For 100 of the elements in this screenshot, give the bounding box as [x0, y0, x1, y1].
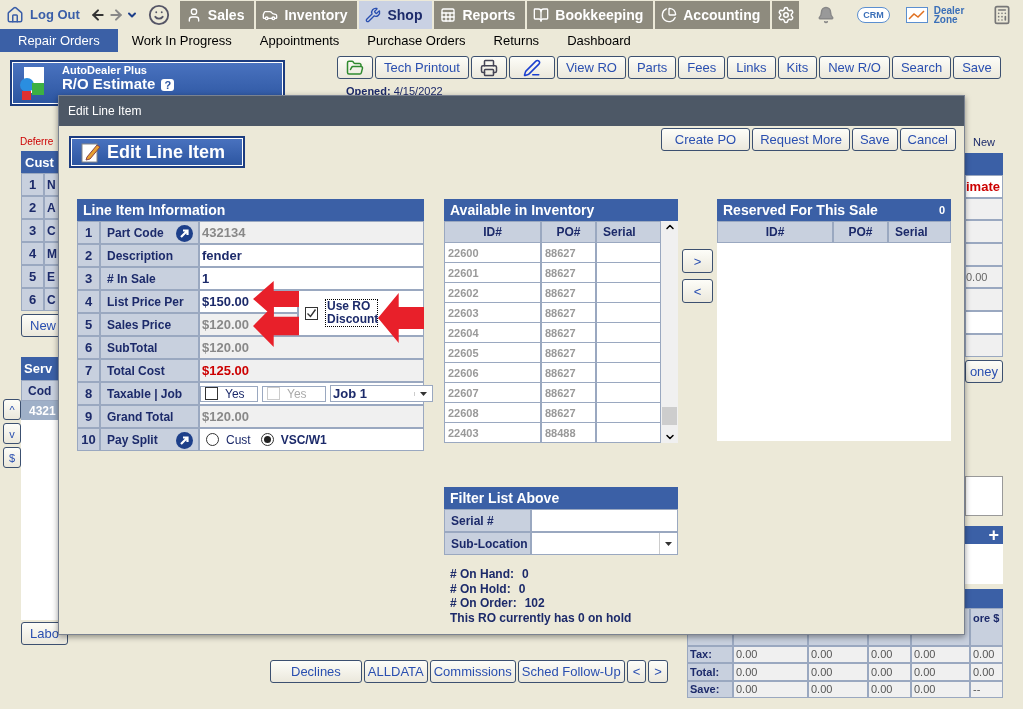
table-cell — [596, 423, 661, 443]
row-number: 3 — [77, 267, 100, 290]
section-tab[interactable]: Appointments — [245, 29, 354, 52]
section-tab[interactable]: Dashboard — [553, 29, 645, 52]
move-button[interactable]: > — [682, 249, 713, 273]
back-icon[interactable] — [89, 6, 106, 23]
toolbar-button[interactable]: Kits — [777, 56, 818, 79]
toolbar-button[interactable]: Save — [953, 56, 1001, 79]
pencil-note-icon — [81, 141, 101, 163]
readonly-field: $120.00 — [199, 405, 424, 428]
dialog-button[interactable]: Cancel — [899, 128, 956, 151]
crm-button[interactable]: CRM — [857, 6, 890, 23]
hold-note: This RO currently has 0 on hold — [450, 610, 633, 625]
banner-title: R/O Estimate ? — [62, 76, 175, 93]
value-cell — [965, 220, 1003, 244]
sign-button[interactable] — [508, 56, 555, 79]
stat-label: # On Hand: — [450, 567, 514, 582]
text-field[interactable]: fender — [199, 244, 424, 267]
dialog-title: Edit Line Item — [59, 96, 964, 126]
row-number: 4 — [21, 242, 44, 265]
table-cell: 88627 — [541, 383, 596, 403]
logout-link[interactable]: Log Out — [6, 5, 80, 24]
field-label: Description — [100, 244, 199, 267]
side-button[interactable]: ^ — [3, 399, 21, 420]
section-tab[interactable]: Purchase Orders — [353, 29, 480, 52]
toolbar-button[interactable]: Parts — [627, 56, 677, 79]
table-cell: 88627 — [541, 303, 596, 323]
new-label: New — [973, 136, 996, 148]
readonly-field: $120.00 — [199, 336, 424, 359]
field-label: Part Code — [100, 221, 199, 244]
row-number: 4 — [77, 290, 100, 313]
row-number: 5 — [77, 313, 100, 336]
table-cell: 22606 — [444, 363, 541, 383]
dialog-heading: Edit Line Item — [69, 136, 245, 168]
column-header: Serial — [596, 221, 661, 243]
footer-button[interactable]: ALLDATA — [363, 660, 428, 683]
toolbar-button[interactable]: New R/O — [819, 56, 890, 79]
banner-brand: AutoDealer Plus — [62, 64, 148, 76]
table-cell — [596, 303, 661, 323]
table-cell: 0.00 — [868, 663, 911, 681]
labor-button[interactable]: Labo — [21, 622, 68, 645]
lookup-icon[interactable] — [176, 225, 193, 242]
job-select[interactable]: Job 1 — [330, 385, 433, 402]
settings-icon[interactable] — [772, 0, 800, 29]
table-cell — [596, 403, 661, 423]
caret-icon — [420, 391, 427, 396]
pen-icon — [522, 58, 541, 77]
side-button[interactable]: v — [3, 423, 21, 444]
lookup-icon[interactable] — [176, 432, 193, 449]
dealer-zone-link[interactable]: Dealer Zone — [933, 5, 972, 24]
row-number: 3 — [21, 219, 44, 242]
opened-date: Opened: 4/15/2022 — [346, 85, 444, 97]
dialog-button[interactable]: Create PO — [660, 128, 751, 151]
printer-button[interactable] — [470, 56, 507, 79]
table-cell: 88627 — [541, 263, 596, 283]
dialog-button[interactable]: Save — [851, 128, 898, 151]
move-button[interactable]: < — [682, 279, 713, 303]
side-button[interactable]: $ — [3, 447, 21, 468]
field-label: Grand Total — [100, 405, 199, 428]
table-cell: 0.00 — [808, 663, 868, 681]
table-cell: 0.00 — [733, 663, 808, 681]
dialog-button[interactable]: Request More — [752, 128, 850, 151]
panel-background — [965, 475, 1003, 516]
nav-tab[interactable]: Shop — [359, 0, 433, 29]
row-label: Total: — [687, 663, 733, 681]
caret-icon — [665, 541, 672, 546]
panel-header — [965, 153, 1003, 175]
scrollbar[interactable] — [661, 243, 678, 443]
table-cell — [596, 243, 661, 263]
serial-input[interactable] — [531, 509, 678, 532]
stat-value: 0 — [518, 581, 526, 596]
text-field[interactable]: 1 — [199, 267, 424, 290]
bell-icon[interactable] — [817, 5, 836, 24]
scroll-thumb[interactable] — [662, 407, 677, 425]
pointer-arrow-icon — [253, 305, 299, 347]
toolbar-button[interactable]: Links — [727, 56, 776, 79]
footer-button[interactable]: > — [648, 660, 668, 683]
chart-card-icon[interactable] — [905, 6, 928, 23]
add-button[interactable]: + — [988, 525, 999, 544]
toolbar-button[interactable]: Search — [891, 56, 952, 79]
folder-button[interactable] — [337, 56, 373, 79]
field-label: Serial # — [444, 509, 531, 532]
pay-split-radio[interactable]: VSC/W1 — [260, 432, 327, 447]
table-cell: 88627 — [541, 283, 596, 303]
footer-button[interactable]: Commissions — [429, 660, 516, 683]
pay-split-radio[interactable]: Cust — [206, 432, 251, 447]
table-cell: 22600 — [444, 243, 541, 263]
footer-button[interactable]: < — [626, 660, 647, 683]
toolbar-button[interactable]: View RO — [556, 56, 626, 79]
section-tab[interactable]: Repair Orders — [0, 29, 118, 52]
toolbar-button[interactable]: Tech Printout — [375, 56, 469, 79]
avatar-icon[interactable] — [147, 3, 170, 26]
toolbar-button[interactable]: Fees — [678, 56, 726, 79]
footer-button[interactable]: Declines — [270, 660, 362, 683]
money-button[interactable]: oney — [965, 359, 1003, 383]
footer-button[interactable]: Sched Follow-Up — [517, 660, 625, 683]
table-cell: 22602 — [444, 283, 541, 303]
section-tab[interactable]: Returns — [479, 29, 554, 52]
value-cell — [965, 243, 1003, 266]
section-tab[interactable]: Work In Progress — [117, 29, 246, 52]
